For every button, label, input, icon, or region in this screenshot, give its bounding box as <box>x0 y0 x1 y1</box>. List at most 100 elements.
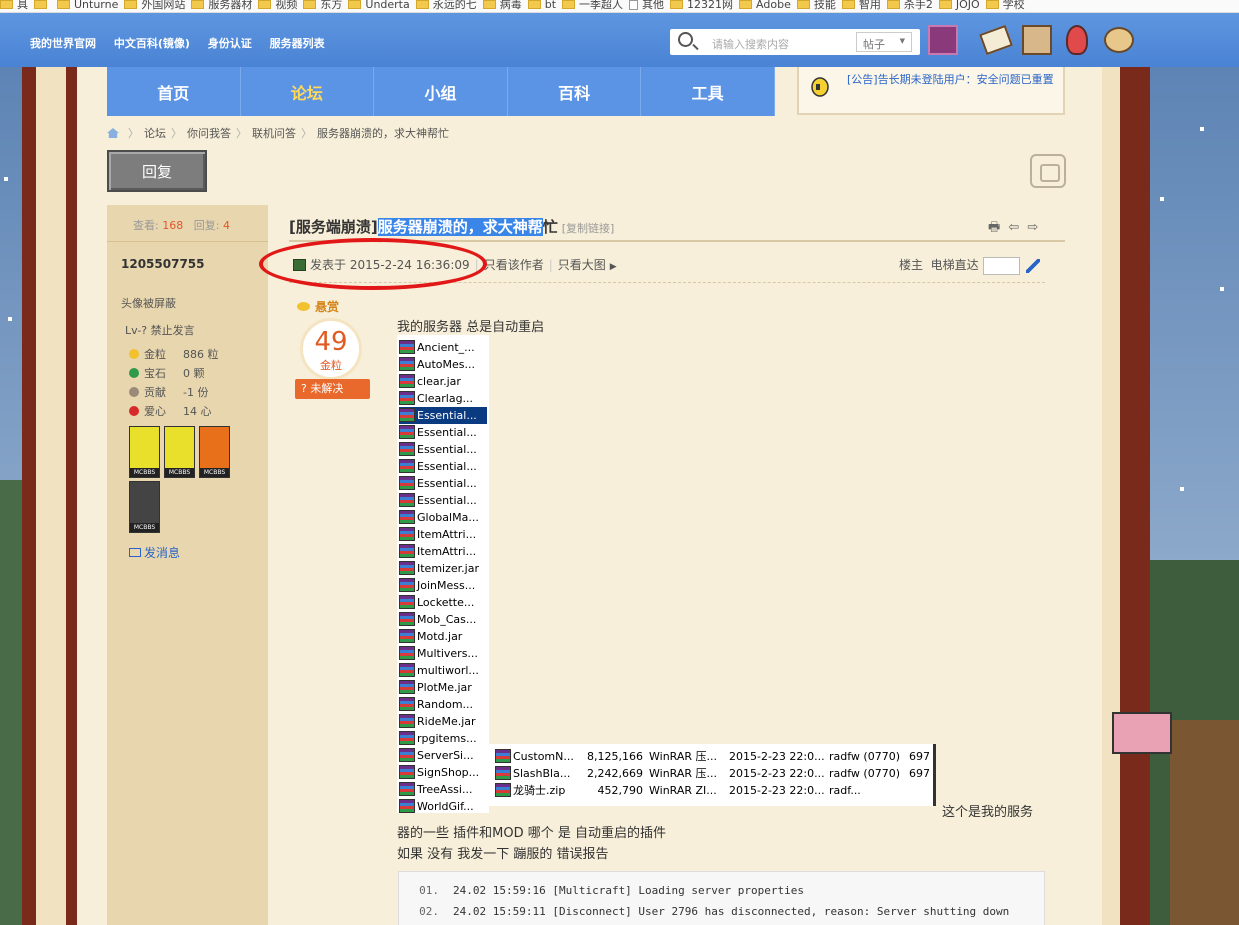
medal-pickaxe-icon[interactable]: MCBBS <box>164 426 195 478</box>
file-row: WorldGif... <box>399 798 487 815</box>
file-row: Itemizer.jar <box>399 560 487 577</box>
bookmark-item[interactable]: 视频 <box>258 0 297 10</box>
search-input[interactable]: 请输入搜索内容 <box>712 36 789 52</box>
archive-icon <box>399 527 415 541</box>
archive-icon <box>399 340 415 354</box>
caret-right-icon[interactable]: ▶ <box>610 262 617 272</box>
bookmark-item[interactable] <box>34 0 51 10</box>
archive-icon <box>495 766 511 780</box>
bookmark-item[interactable]: 杀手2 <box>886 0 933 10</box>
tab-groups[interactable]: 小组 <box>374 67 508 116</box>
author-name[interactable]: 1205507755 <box>121 257 205 271</box>
archive-icon <box>399 799 415 813</box>
thread-category[interactable]: [服务端崩溃] <box>289 218 378 236</box>
file-row: AutoMes... <box>399 356 487 373</box>
file-row: SignShop... <box>399 764 487 781</box>
bookmark-item[interactable]: JOJO <box>938 0 980 10</box>
user-avatar-icon[interactable] <box>928 25 958 55</box>
gold-icon <box>297 302 310 311</box>
bookmark-item[interactable]: 服务器材 <box>191 0 252 10</box>
search-scope-select[interactable]: 帖子 <box>856 32 912 52</box>
bookmark-item[interactable]: 12321网 <box>670 0 733 10</box>
elevator-label: 电梯直达 <box>930 258 979 272</box>
archive-icon <box>399 374 415 388</box>
bookmark-item[interactable]: 永远的七 <box>415 0 477 10</box>
bookmark-item[interactable]: 智用 <box>841 0 881 10</box>
top-link-auth[interactable]: 身份认证 <box>208 37 252 50</box>
bookmark-item[interactable]: Underta <box>348 0 410 10</box>
palette-icon[interactable] <box>1104 27 1134 53</box>
folder-icon <box>303 0 317 9</box>
breadcrumb-item[interactable]: 联机问答 <box>252 127 296 140</box>
search-box: 请输入搜索内容 帖子 <box>670 29 920 55</box>
bookmark-item[interactable]: 学校 <box>985 0 1025 10</box>
author-sidebar: 查看: 168 回复: 4 1205507755 头像被屏蔽 Lv-? 禁止发言… <box>107 205 268 925</box>
background-house <box>1170 720 1239 925</box>
bookmark-item[interactable]: Adobe <box>739 0 791 10</box>
file-row: TreeAssi... <box>399 781 487 798</box>
thread-title: [服务端崩溃]服务器崩溃的，求大神帮忙 [复制链接] <box>289 218 615 236</box>
archive-icon <box>399 680 415 694</box>
jump-icon[interactable] <box>1025 258 1040 273</box>
bookmark-item[interactable]: 外国网站 <box>124 0 185 10</box>
folder-icon <box>34 0 47 9</box>
potion-icon[interactable] <box>1066 25 1088 55</box>
view-count: 168 <box>162 219 184 232</box>
bookmark-item[interactable]: bt <box>527 0 556 10</box>
copy-icon[interactable] <box>1030 154 1066 188</box>
reply-button[interactable]: 回复 <box>107 150 207 192</box>
top-link-wiki[interactable]: 中文百科(镜像) <box>114 37 190 50</box>
mail-icon[interactable] <box>979 24 1013 56</box>
bookmark-item[interactable]: 具 <box>0 0 28 10</box>
folder-icon <box>886 0 900 9</box>
tab-forum[interactable]: 论坛 <box>241 67 375 116</box>
bounty-amount: 49 <box>314 327 348 357</box>
folder-icon <box>415 0 429 9</box>
folder-icon <box>191 0 205 9</box>
view-big-images-link[interactable]: 只看大图 <box>558 258 606 272</box>
file-row: Essential... <box>399 458 487 475</box>
bookmark-item[interactable]: Unturne <box>57 0 118 10</box>
search-icon[interactable] <box>678 32 693 47</box>
bookmark-item[interactable]: 一季超人 <box>562 0 623 10</box>
copy-link[interactable]: [复制链接] <box>562 222 615 235</box>
announcement-link[interactable]: [公告]告长期未登陆用户：安全问题已重置 <box>847 73 1059 87</box>
archive-icon <box>399 595 415 609</box>
medal-pickaxe-icon[interactable]: MCBBS <box>129 426 160 478</box>
top-link-servers[interactable]: 服务器列表 <box>270 37 325 50</box>
back-to-top-flag-icon[interactable] <box>1112 712 1172 754</box>
print-prev-next-icons[interactable]: 🖶 ⇦ ⇨ <box>988 218 1040 240</box>
file-row: SlashBla... 2,242,669 WinRAR 压... 2015-2-23… <box>495 765 930 782</box>
send-message-link[interactable]: 发消息 <box>129 544 180 561</box>
crafting-box-icon[interactable] <box>1022 25 1052 55</box>
bookmark-item[interactable]: 东方 <box>303 0 342 10</box>
archive-icon <box>399 646 415 660</box>
file-row: GlobalMa... <box>399 509 487 526</box>
bookmark-item[interactable]: 技能 <box>796 0 836 10</box>
tab-wiki[interactable]: 百科 <box>508 67 642 116</box>
floor-jump-input[interactable] <box>982 256 1020 275</box>
folder-icon <box>938 0 952 9</box>
bounty-badge: 49 金粒 <box>300 318 362 380</box>
gem-icon <box>129 368 139 378</box>
top-link-official[interactable]: 我的世界官网 <box>30 37 96 50</box>
medal-plant-icon[interactable]: MCBBS <box>199 426 230 478</box>
tab-home[interactable]: 首页 <box>107 67 241 116</box>
archive-icon <box>399 561 415 575</box>
file-row: Multivers... <box>399 645 487 662</box>
home-icon[interactable] <box>107 128 119 138</box>
archive-icon <box>399 629 415 643</box>
file-row: clear.jar <box>399 373 487 390</box>
bookmark-item[interactable]: 病毒 <box>482 0 522 10</box>
tab-tools[interactable]: 工具 <box>641 67 775 116</box>
folder-icon <box>985 0 999 9</box>
medal-ore-icon[interactable]: MCBBS <box>129 481 160 533</box>
file-row: PlotMe.jar <box>399 679 487 696</box>
archive-icon <box>399 782 415 796</box>
view-author-link[interactable]: 只看该作者 <box>484 258 544 272</box>
archive-icon <box>495 749 511 763</box>
bookmark-item[interactable]: 其他 <box>629 0 664 10</box>
breadcrumb-item[interactable]: 论坛 <box>144 127 166 140</box>
thread-stats: 查看: 168 回复: 4 <box>107 205 268 242</box>
breadcrumb-item[interactable]: 你问我答 <box>187 127 231 140</box>
